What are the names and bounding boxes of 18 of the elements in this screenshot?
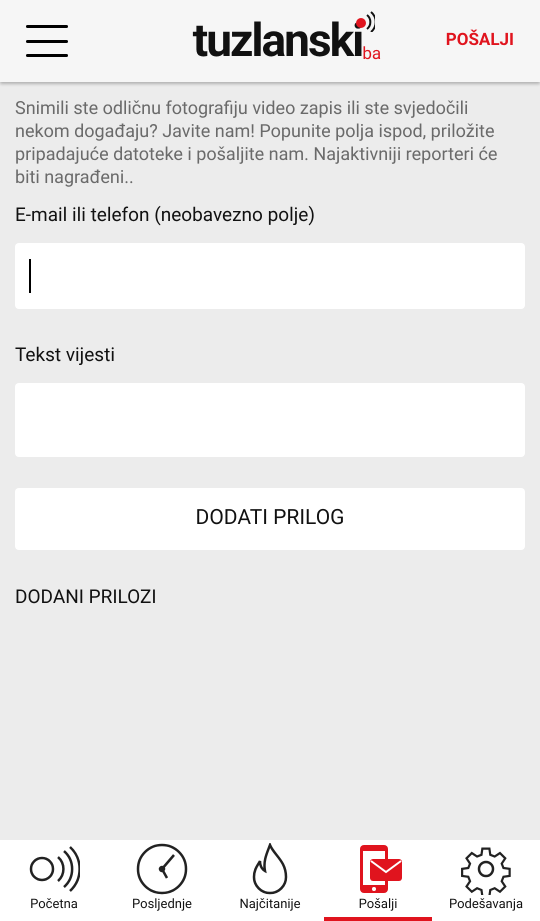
nav-tab[interactable]: Posljednje [108, 840, 216, 921]
clock-icon [136, 843, 188, 895]
add-attachment-button[interactable]: DODATI PRILOG [15, 488, 525, 550]
logo-suffix: ba [362, 46, 382, 63]
nav-tab[interactable]: Pošalji [324, 840, 432, 921]
input-field[interactable] [15, 243, 525, 309]
field-label: Tekst vijesti [15, 343, 116, 367]
nav-tab[interactable]: Najčitanije [216, 840, 324, 921]
attachments-heading: DODANI PRILOZI [15, 584, 158, 610]
intro-text: Snimili ste odličnu fotografiju video zapis ili ste svjedočili nekom događaju? Javite nam! Popunite polja ispod, priložite pripadajuće datoteke i pošaljite nam. Najaktivniji reporteri će biti nagrađeni.. [15, 97, 498, 189]
send-button[interactable]: POŠALJI [446, 28, 514, 54]
text-cursor [29, 259, 31, 293]
signal-waves-icon [28, 843, 80, 895]
menu-icon[interactable] [26, 25, 68, 57]
logo: tuzlanski [192, 18, 362, 64]
field-label: E-mail ili telefon (neobavezno polje) [15, 203, 316, 227]
nav-tab[interactable]: Podešavanja [432, 840, 540, 921]
nav-tab[interactable]: Početna [0, 840, 108, 921]
